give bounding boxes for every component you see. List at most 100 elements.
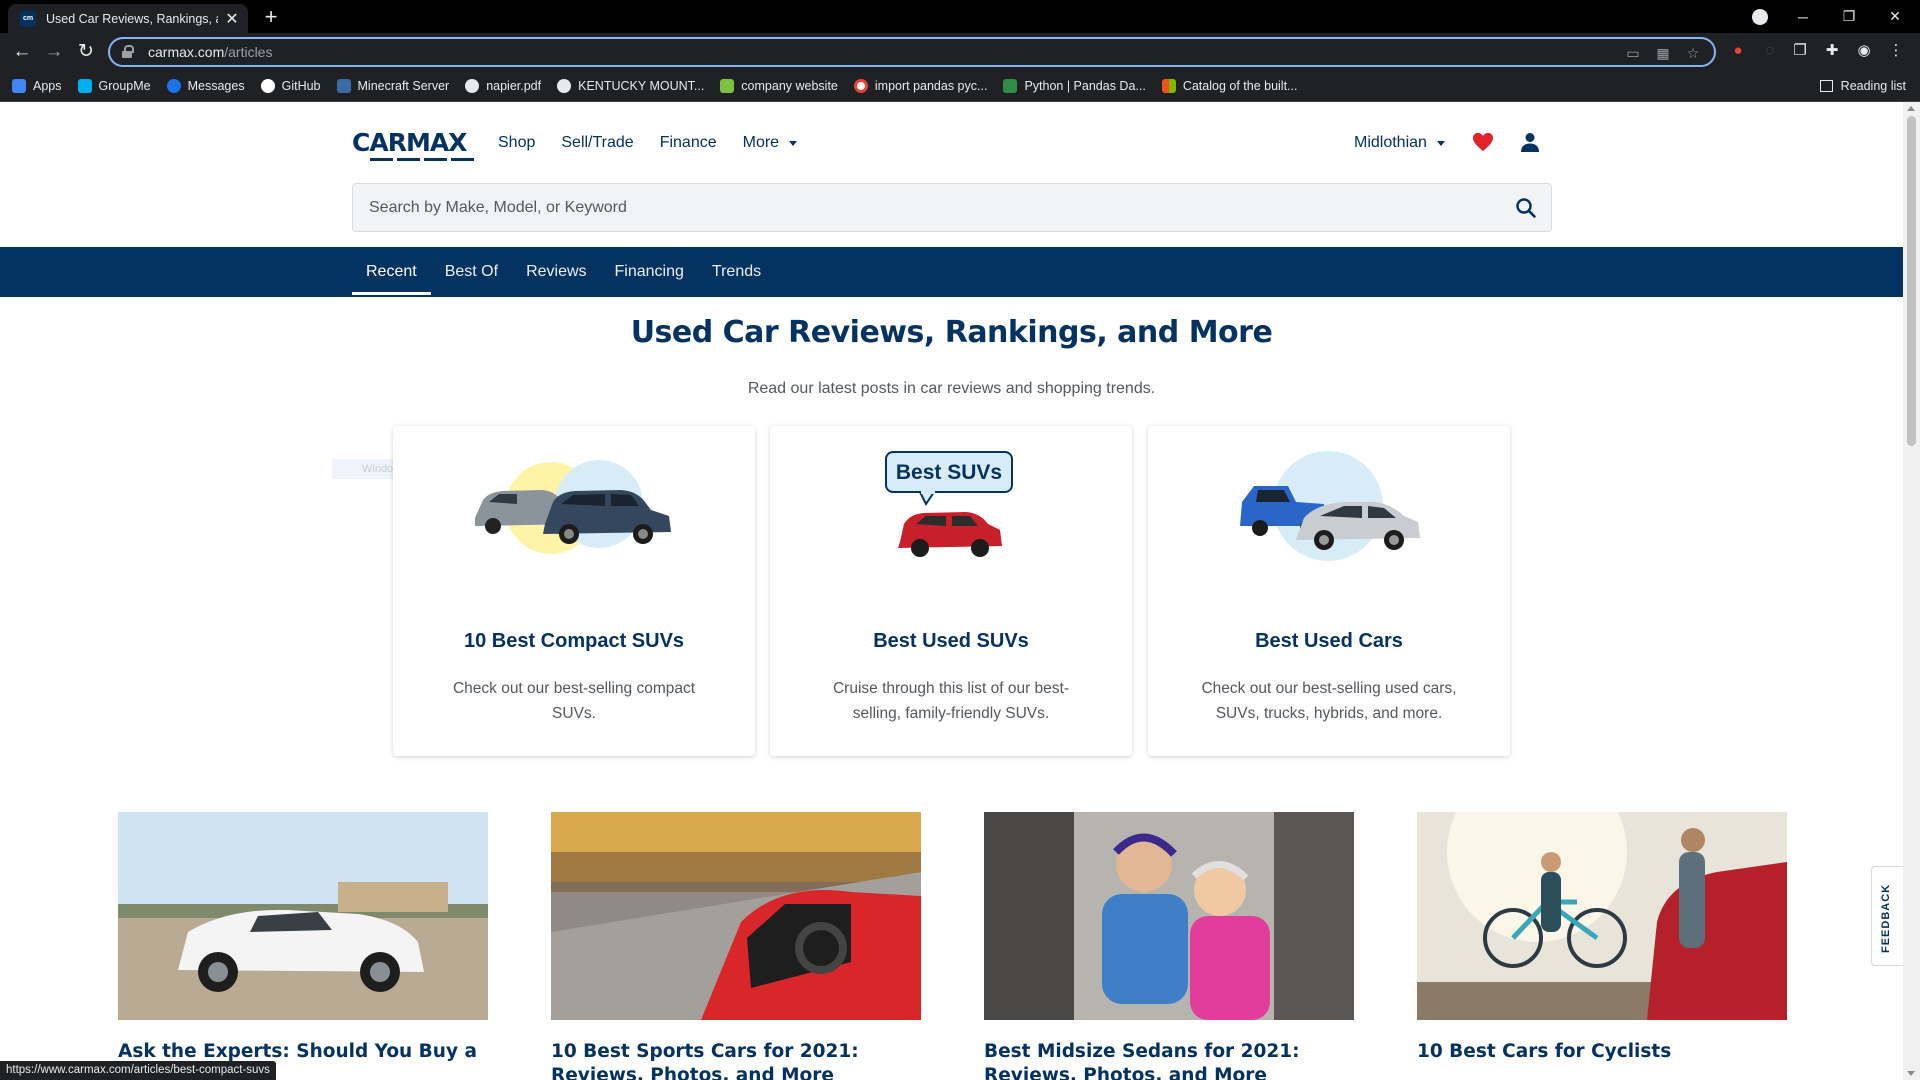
article-card[interactable]: 10 Best Cars for Cyclists xyxy=(1417,812,1787,1064)
article-image-sports-cars xyxy=(551,812,921,1020)
cast-icon[interactable]: ▭ xyxy=(1624,45,1642,63)
feature-card-title: 10 Best Compact SUVs xyxy=(463,630,685,652)
scroll-up-icon[interactable] xyxy=(1907,106,1915,111)
feature-card-compact-suvs[interactable]: 10 Best Compact SUVs Check out our best-… xyxy=(393,426,755,756)
logo-stripe xyxy=(370,158,474,164)
extension-icon[interactable]: ◌ xyxy=(1760,41,1780,61)
feature-card-desc: Check out our best-selling used cars, SU… xyxy=(1201,680,1457,722)
feature-card-best-cars[interactable]: Best Used Cars Check out our best-sellin… xyxy=(1148,426,1510,756)
bookmark-item[interactable]: Python | Pandas Da... xyxy=(1003,79,1146,93)
extensions-puzzle-icon[interactable]: ✚ xyxy=(1822,41,1842,61)
chevron-down-icon xyxy=(1436,140,1445,146)
best-suvs-bubble-text: Best SUVs xyxy=(896,461,1002,484)
groupme-icon xyxy=(77,79,92,93)
nav-finance[interactable]: Finance xyxy=(660,134,717,152)
nav-more[interactable]: More xyxy=(743,134,798,152)
bookmark-item[interactable]: Catalog of the built... xyxy=(1161,79,1297,93)
article-title: Best Midsize Sedans for 2021: Reviews, P… xyxy=(984,1041,1300,1080)
article-image-kids-backseat xyxy=(984,812,1354,1020)
article-title: 10 Best Sports Cars for 2021: Reviews, P… xyxy=(551,1041,859,1080)
minecraft-icon xyxy=(336,79,351,93)
google-icon xyxy=(853,79,868,93)
link-status-bar: https://www.carmax.com/articles/best-com… xyxy=(0,1061,276,1080)
nav-shop[interactable]: Shop xyxy=(498,134,535,152)
back-button[interactable]: ← xyxy=(8,39,36,65)
carmax-logo[interactable]: CARMAX xyxy=(352,128,467,157)
url-path: /articles xyxy=(224,44,273,60)
reload-button[interactable]: ↻ xyxy=(72,39,100,65)
extension-copy-icon[interactable]: ❐ xyxy=(1790,41,1810,61)
page-viewport: CARMAX Shop Sell/Trade Finance More Midl… xyxy=(0,102,1903,1080)
search-bar[interactable] xyxy=(352,183,1552,232)
forward-button[interactable]: → xyxy=(40,39,68,65)
best-suvs-illustration: Best SUVs xyxy=(885,451,1013,557)
browser-tab-strip: cm Used Car Reviews, Rankings, and ✕ + ─… xyxy=(0,0,1920,33)
microsoft-icon xyxy=(1161,79,1176,93)
bookmark-item[interactable]: napier.pdf xyxy=(465,79,541,93)
main-nav: Shop Sell/Trade Finance More xyxy=(498,134,798,152)
article-image-mazda xyxy=(118,812,488,1020)
tab-reviews[interactable]: Reviews xyxy=(526,247,586,297)
feature-card-best-suvs[interactable]: Best SUVs Best Used SUVs Cruise through … xyxy=(770,426,1132,756)
chevron-down-icon xyxy=(789,140,798,146)
page-title: Used Car Reviews, Rankings, and More xyxy=(630,315,1273,350)
page-scrollbar[interactable] xyxy=(1903,102,1920,1080)
bookmark-item[interactable]: KENTUCKY MOUNT... xyxy=(557,79,704,93)
reading-list-icon xyxy=(1819,80,1833,92)
close-tab-icon[interactable]: ✕ xyxy=(224,9,240,29)
scroll-down-icon[interactable] xyxy=(1907,1071,1915,1076)
messages-icon xyxy=(166,79,181,93)
bookmark-item[interactable]: import pandas pyc... xyxy=(853,79,987,93)
compact-suvs-illustration xyxy=(475,460,671,554)
browser-menu-icon[interactable]: ⋮ xyxy=(1886,41,1906,61)
profile-avatar-icon[interactable]: ◉ xyxy=(1854,41,1874,61)
article-image-cyclists xyxy=(1417,812,1787,1020)
tab-title: Used Car Reviews, Rankings, and xyxy=(46,11,218,26)
github-icon xyxy=(260,79,275,93)
carmax-favicon-icon: cm xyxy=(20,10,36,27)
store-location-dropdown[interactable]: Midlothian xyxy=(1354,134,1445,152)
tab-financing[interactable]: Financing xyxy=(615,247,684,297)
feedback-tab[interactable]: FEEDBACK xyxy=(1871,866,1903,966)
account-user-icon[interactable] xyxy=(1520,132,1540,152)
feature-card-title: Best Used SUVs xyxy=(873,630,1029,652)
tab-trends[interactable]: Trends xyxy=(712,247,761,297)
bookmarks-bar: Apps GroupMe Messages GitHub Minecraft S… xyxy=(0,71,1920,102)
qr-code-icon[interactable]: ▦ xyxy=(1654,45,1672,63)
new-tab-button[interactable]: + xyxy=(258,4,284,30)
bookmark-item[interactable]: GroupMe xyxy=(77,79,151,93)
bookmark-star-icon[interactable]: ☆ xyxy=(1684,45,1702,63)
extension-badge-icon[interactable]: ● xyxy=(1728,41,1748,61)
scrollbar-thumb[interactable] xyxy=(1907,116,1916,446)
articles-subnav: Recent Best Of Reviews Financing Trends xyxy=(0,247,1903,297)
search-icon[interactable] xyxy=(1515,197,1537,219)
article-title: 10 Best Cars for Cyclists xyxy=(1417,1041,1672,1062)
url-host: carmax.com xyxy=(148,44,225,60)
feature-card-title: Best Used Cars xyxy=(1255,630,1403,652)
favorites-heart-icon[interactable] xyxy=(1472,132,1494,152)
bookmark-item[interactable]: Apps xyxy=(12,79,62,93)
article-card[interactable]: Ask the Experts: Should You Buy a Mazda xyxy=(118,812,488,1080)
article-card[interactable]: Best Midsize Sedans for 2021: Reviews, P… xyxy=(984,812,1354,1080)
tab-search-icon[interactable] xyxy=(1752,9,1768,25)
restore-button[interactable]: ❐ xyxy=(1826,0,1872,33)
close-window-button[interactable]: ✕ xyxy=(1872,0,1918,33)
address-bar[interactable]: carmax.com/articles ▭ ▦ ☆ xyxy=(108,37,1716,67)
tab-recent[interactable]: Recent xyxy=(352,247,431,297)
bookmark-item[interactable]: company website xyxy=(720,79,838,93)
best-cars-illustration xyxy=(1240,451,1420,561)
article-card[interactable]: 10 Best Sports Cars for 2021: Reviews, P… xyxy=(551,812,921,1080)
browser-tab[interactable]: cm Used Car Reviews, Rankings, and ✕ xyxy=(8,4,248,33)
bookmark-item[interactable]: Messages xyxy=(166,79,245,93)
search-input[interactable] xyxy=(369,198,1489,217)
apps-grid-icon xyxy=(12,79,26,93)
bookmark-item[interactable]: GitHub xyxy=(260,79,321,93)
browser-toolbar: ← → ↻ carmax.com/articles ▭ ▦ ☆ ● ◌ ❐ ✚ … xyxy=(0,33,1920,71)
reading-list-button[interactable]: Reading list xyxy=(1819,71,1906,101)
bookmark-item[interactable]: Minecraft Server xyxy=(336,79,449,93)
minimize-button[interactable]: ─ xyxy=(1780,0,1826,33)
feature-card-desc: Check out our best-selling compact SUVs. xyxy=(452,680,696,722)
nav-sell-trade[interactable]: Sell/Trade xyxy=(561,134,633,152)
tab-best-of[interactable]: Best Of xyxy=(445,247,498,297)
lock-icon[interactable] xyxy=(122,45,134,59)
